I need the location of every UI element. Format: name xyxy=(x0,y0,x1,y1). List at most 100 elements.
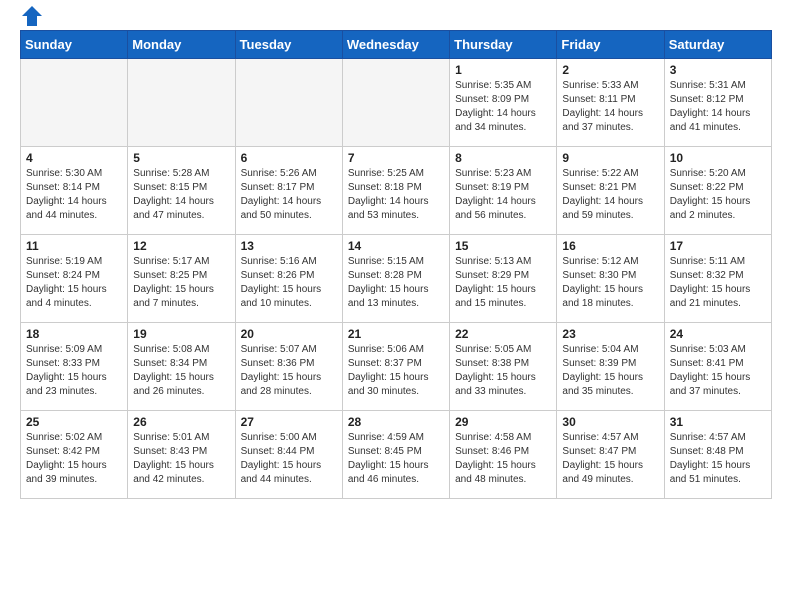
day-number: 27 xyxy=(241,415,337,429)
day-number: 25 xyxy=(26,415,122,429)
day-info: Sunrise: 5:19 AM Sunset: 8:24 PM Dayligh… xyxy=(26,255,122,311)
day-info: Sunrise: 5:03 AM Sunset: 8:41 PM Dayligh… xyxy=(670,343,766,399)
weekday-header-friday: Friday xyxy=(557,31,664,59)
day-cell-27: 27 Sunrise: 5:00 AM Sunset: 8:44 PM Dayli… xyxy=(235,411,342,499)
day-info: Sunrise: 5:16 AM Sunset: 8:26 PM Dayligh… xyxy=(241,255,337,311)
day-cell-30: 30 Sunrise: 4:57 AM Sunset: 8:47 PM Dayli… xyxy=(557,411,664,499)
day-cell-25: 25 Sunrise: 5:02 AM Sunset: 8:42 PM Dayli… xyxy=(21,411,128,499)
day-info: Sunrise: 4:59 AM Sunset: 8:45 PM Dayligh… xyxy=(348,431,444,487)
day-number: 6 xyxy=(241,151,337,165)
day-cell-18: 18 Sunrise: 5:09 AM Sunset: 8:33 PM Dayli… xyxy=(21,323,128,411)
weekday-header-monday: Monday xyxy=(128,31,235,59)
day-info: Sunrise: 5:33 AM Sunset: 8:11 PM Dayligh… xyxy=(562,79,658,135)
day-info: Sunrise: 5:01 AM Sunset: 8:43 PM Dayligh… xyxy=(133,431,229,487)
day-cell-28: 28 Sunrise: 4:59 AM Sunset: 8:45 PM Dayli… xyxy=(342,411,449,499)
weekday-header-row: SundayMondayTuesdayWednesdayThursdayFrid… xyxy=(21,31,772,59)
day-cell-5: 5Sunrise: 5:28 AM Sunset: 8:15 PM Daylig… xyxy=(128,147,235,235)
day-cell-31: 31 Sunrise: 4:57 AM Sunset: 8:48 PM Dayli… xyxy=(664,411,771,499)
day-number: 14 xyxy=(348,239,444,253)
day-cell-21: 21Sunrise: 5:06 AM Sunset: 8:37 PM Dayli… xyxy=(342,323,449,411)
day-number: 22 xyxy=(455,327,551,341)
weekday-header-tuesday: Tuesday xyxy=(235,31,342,59)
day-number: 5 xyxy=(133,151,229,165)
day-cell-23: 23 Sunrise: 5:04 AM Sunset: 8:39 PM Dayli… xyxy=(557,323,664,411)
week-row-5: 25 Sunrise: 5:02 AM Sunset: 8:42 PM Dayli… xyxy=(21,411,772,499)
day-info: Sunrise: 5:17 AM Sunset: 8:25 PM Dayligh… xyxy=(133,255,229,311)
day-cell-16: 16 Sunrise: 5:12 AM Sunset: 8:30 PM Dayli… xyxy=(557,235,664,323)
empty-cell xyxy=(21,59,128,147)
day-number: 12 xyxy=(133,239,229,253)
day-cell-20: 20Sunrise: 5:07 AM Sunset: 8:36 PM Dayli… xyxy=(235,323,342,411)
day-number: 1 xyxy=(455,63,551,77)
day-cell-3: 3 Sunrise: 5:31 AM Sunset: 8:12 PM Daylig… xyxy=(664,59,771,147)
day-number: 18 xyxy=(26,327,122,341)
day-cell-26: 26 Sunrise: 5:01 AM Sunset: 8:43 PM Dayli… xyxy=(128,411,235,499)
day-number: 9 xyxy=(562,151,658,165)
day-info: Sunrise: 5:04 AM Sunset: 8:39 PM Dayligh… xyxy=(562,343,658,399)
day-cell-13: 13 Sunrise: 5:16 AM Sunset: 8:26 PM Dayli… xyxy=(235,235,342,323)
day-cell-29: 29 Sunrise: 4:58 AM Sunset: 8:46 PM Dayli… xyxy=(450,411,557,499)
day-info: Sunrise: 5:08 AM Sunset: 8:34 PM Dayligh… xyxy=(133,343,229,399)
day-info: Sunrise: 5:12 AM Sunset: 8:30 PM Dayligh… xyxy=(562,255,658,311)
day-number: 11 xyxy=(26,239,122,253)
day-cell-24: 24Sunrise: 5:03 AM Sunset: 8:41 PM Dayli… xyxy=(664,323,771,411)
day-info: Sunrise: 5:22 AM Sunset: 8:21 PM Dayligh… xyxy=(562,167,658,223)
day-number: 2 xyxy=(562,63,658,77)
day-info: Sunrise: 5:25 AM Sunset: 8:18 PM Dayligh… xyxy=(348,167,444,223)
day-number: 19 xyxy=(133,327,229,341)
day-info: Sunrise: 5:09 AM Sunset: 8:33 PM Dayligh… xyxy=(26,343,122,399)
empty-cell xyxy=(128,59,235,147)
day-info: Sunrise: 5:02 AM Sunset: 8:42 PM Dayligh… xyxy=(26,431,122,487)
day-number: 3 xyxy=(670,63,766,77)
day-number: 16 xyxy=(562,239,658,253)
page-container: SundayMondayTuesdayWednesdayThursdayFrid… xyxy=(0,0,792,515)
day-info: Sunrise: 4:57 AM Sunset: 8:47 PM Dayligh… xyxy=(562,431,658,487)
day-number: 30 xyxy=(562,415,658,429)
day-cell-4: 4 Sunrise: 5:30 AM Sunset: 8:14 PM Daylig… xyxy=(21,147,128,235)
weekday-header-saturday: Saturday xyxy=(664,31,771,59)
day-cell-10: 10 Sunrise: 5:20 AM Sunset: 8:22 PM Dayli… xyxy=(664,147,771,235)
day-number: 15 xyxy=(455,239,551,253)
day-info: Sunrise: 4:58 AM Sunset: 8:46 PM Dayligh… xyxy=(455,431,551,487)
day-cell-7: 7 Sunrise: 5:25 AM Sunset: 8:18 PM Daylig… xyxy=(342,147,449,235)
day-info: Sunrise: 5:06 AM Sunset: 8:37 PM Dayligh… xyxy=(348,343,444,399)
day-number: 26 xyxy=(133,415,229,429)
week-row-3: 11 Sunrise: 5:19 AM Sunset: 8:24 PM Dayli… xyxy=(21,235,772,323)
day-number: 17 xyxy=(670,239,766,253)
day-number: 8 xyxy=(455,151,551,165)
day-cell-11: 11 Sunrise: 5:19 AM Sunset: 8:24 PM Dayli… xyxy=(21,235,128,323)
day-cell-17: 17Sunrise: 5:11 AM Sunset: 8:32 PM Dayli… xyxy=(664,235,771,323)
day-number: 31 xyxy=(670,415,766,429)
day-cell-22: 22Sunrise: 5:05 AM Sunset: 8:38 PM Dayli… xyxy=(450,323,557,411)
day-info: Sunrise: 4:57 AM Sunset: 8:48 PM Dayligh… xyxy=(670,431,766,487)
day-cell-1: 1 Sunrise: 5:35 AM Sunset: 8:09 PM Daylig… xyxy=(450,59,557,147)
day-info: Sunrise: 5:35 AM Sunset: 8:09 PM Dayligh… xyxy=(455,79,551,135)
day-cell-15: 15Sunrise: 5:13 AM Sunset: 8:29 PM Dayli… xyxy=(450,235,557,323)
header xyxy=(20,16,772,26)
day-info: Sunrise: 5:20 AM Sunset: 8:22 PM Dayligh… xyxy=(670,167,766,223)
day-cell-12: 12 Sunrise: 5:17 AM Sunset: 8:25 PM Dayli… xyxy=(128,235,235,323)
empty-cell xyxy=(235,59,342,147)
day-info: Sunrise: 5:23 AM Sunset: 8:19 PM Dayligh… xyxy=(455,167,551,223)
day-info: Sunrise: 5:31 AM Sunset: 8:12 PM Dayligh… xyxy=(670,79,766,135)
day-cell-8: 8 Sunrise: 5:23 AM Sunset: 8:19 PM Daylig… xyxy=(450,147,557,235)
week-row-1: 1 Sunrise: 5:35 AM Sunset: 8:09 PM Daylig… xyxy=(21,59,772,147)
day-number: 4 xyxy=(26,151,122,165)
empty-cell xyxy=(342,59,449,147)
calendar-table: SundayMondayTuesdayWednesdayThursdayFrid… xyxy=(20,30,772,499)
day-number: 10 xyxy=(670,151,766,165)
weekday-header-thursday: Thursday xyxy=(450,31,557,59)
day-number: 23 xyxy=(562,327,658,341)
day-cell-2: 2 Sunrise: 5:33 AM Sunset: 8:11 PM Daylig… xyxy=(557,59,664,147)
week-row-2: 4 Sunrise: 5:30 AM Sunset: 8:14 PM Daylig… xyxy=(21,147,772,235)
day-info: Sunrise: 5:00 AM Sunset: 8:44 PM Dayligh… xyxy=(241,431,337,487)
day-info: Sunrise: 5:30 AM Sunset: 8:14 PM Dayligh… xyxy=(26,167,122,223)
day-number: 28 xyxy=(348,415,444,429)
day-number: 29 xyxy=(455,415,551,429)
logo-icon xyxy=(22,6,42,26)
day-cell-6: 6Sunrise: 5:26 AM Sunset: 8:17 PM Daylig… xyxy=(235,147,342,235)
day-info: Sunrise: 5:07 AM Sunset: 8:36 PM Dayligh… xyxy=(241,343,337,399)
day-number: 13 xyxy=(241,239,337,253)
weekday-header-sunday: Sunday xyxy=(21,31,128,59)
day-number: 7 xyxy=(348,151,444,165)
